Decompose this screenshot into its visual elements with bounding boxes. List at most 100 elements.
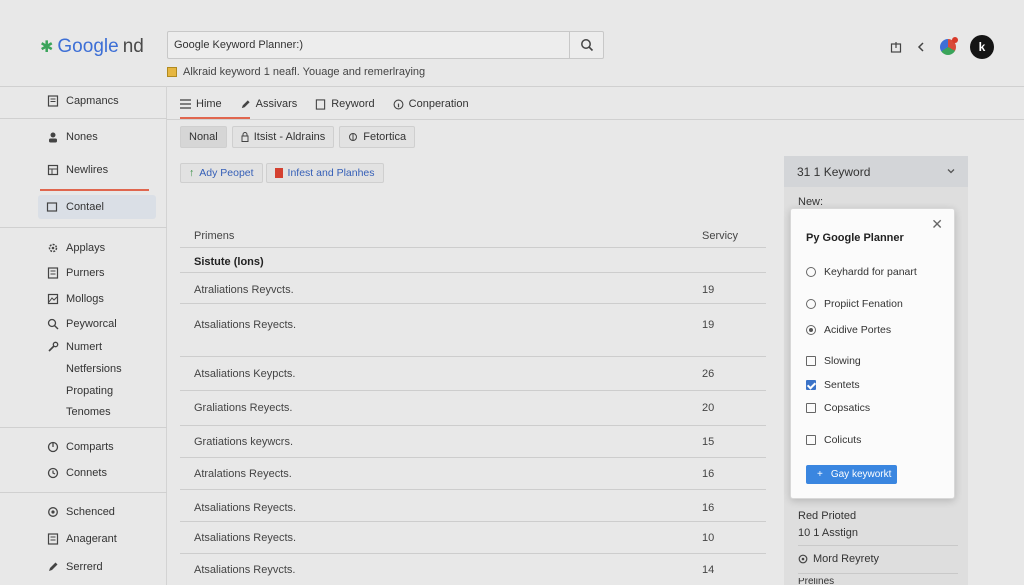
table-row[interactable]: Atsaliations Reyects. 19 <box>180 304 766 357</box>
search-bar[interactable] <box>167 31 604 59</box>
lock-icon <box>241 132 249 142</box>
person-icon <box>49 132 57 143</box>
infest-and-planhes-button[interactable]: Infest and Planhes <box>265 163 384 183</box>
row-name: Atsaliations Reyects. <box>194 502 297 514</box>
logo-text: Google <box>57 36 119 57</box>
chip-label: Fetortica <box>363 131 407 143</box>
sidebar-item-contael[interactable]: Contael <box>38 195 156 219</box>
logo-suffix: nd <box>122 36 144 57</box>
action-bar: ↑ Ady Peopet Infest and Planhes <box>180 163 384 183</box>
button-label: Ady Peopet <box>199 167 254 179</box>
sidebar-subitem-tenomes[interactable]: Tenomes <box>0 400 167 424</box>
close-icon[interactable]: ✕ <box>931 216 943 233</box>
sidebar-item-schenced[interactable]: Schenced <box>0 500 167 524</box>
sidebar-item-anagerant[interactable]: Anagerant <box>0 527 167 551</box>
sidebar-item-numert[interactable]: Numert <box>0 335 167 359</box>
table-row[interactable]: Atsaliations Reyvcts. 14 <box>180 554 766 585</box>
sidebar-item-capmancs[interactable]: Capmancs <box>0 89 167 113</box>
table-row[interactable]: Gratiations keywcrs. 15 <box>180 426 766 458</box>
table-row[interactable]: Atsaliations Keypcts. 26 <box>180 357 766 391</box>
option-label: Colicuts <box>824 434 862 446</box>
checkbox-sentets[interactable]: Sentets <box>806 379 860 391</box>
radio-option-acidive[interactable]: Acidive Portes <box>806 324 891 336</box>
chevron-down-icon[interactable] <box>946 166 956 176</box>
row-value: 15 <box>702 436 715 448</box>
mord-reyrety-item[interactable]: Mord Reyrety <box>798 553 879 565</box>
filter-chip-aldrains[interactable]: Itsist - Aldrains <box>231 126 335 148</box>
row-value: 16 <box>702 502 715 514</box>
sidebar-item-mollogs[interactable]: Mollogs <box>0 287 167 311</box>
sidebar-item-serrerd[interactable]: Serrerd <box>0 555 167 579</box>
table-group-row: Sistute (lons) <box>180 248 766 273</box>
radio-button[interactable] <box>806 299 816 309</box>
google-logo[interactable]: ✱ Google nd <box>40 36 144 58</box>
add-keyword-button[interactable]: + Gay keyworkt <box>806 465 897 484</box>
filter-icon <box>349 133 358 141</box>
tab-hime[interactable]: Hime <box>180 95 222 113</box>
bookmark-icon <box>274 168 283 178</box>
checkbox-checked[interactable] <box>806 380 816 390</box>
chip-label: Itsist - Aldrains <box>253 131 326 143</box>
new-label: New: <box>798 196 824 208</box>
sidebar-item-label: Schenced <box>66 506 115 518</box>
tab-reyword[interactable]: Reyword <box>315 95 375 113</box>
sidebar-item-connets[interactable]: Connets <box>0 461 167 485</box>
table-row[interactable]: Graliations Reyects. 20 <box>180 391 766 426</box>
sidebar-item-label: Contael <box>66 201 104 213</box>
sidebar-divider <box>0 227 167 228</box>
tab-assivars[interactable]: Assivars <box>240 95 298 113</box>
checkbox-colicuts[interactable]: Colicuts <box>806 434 861 446</box>
sidebar-item-peyworcal[interactable]: Peyworcal <box>0 312 167 336</box>
button-label: Infest and Planhes <box>287 167 375 179</box>
menu-icon <box>180 99 191 109</box>
row-value: 14 <box>702 564 715 576</box>
sidebar-subitem-netfersions[interactable]: Netfersions <box>0 357 167 381</box>
circle-icon <box>798 554 808 564</box>
sidebar-item-applays[interactable]: Applays <box>0 236 167 260</box>
radio-option-keyhardd[interactable]: Keyhardd for panart <box>806 266 917 278</box>
tab-label: Assivars <box>255 98 298 110</box>
user-avatar[interactable]: k <box>970 35 994 59</box>
image-icon <box>47 293 59 305</box>
share-icon[interactable] <box>890 41 902 53</box>
sidebar-item-newlires[interactable]: Newlires <box>0 158 167 182</box>
row-name: Atsaliations Keypcts. <box>194 368 296 380</box>
sidebar-item-purners[interactable]: Purners <box>0 261 167 285</box>
table-row[interactable]: Atraliations Reyvcts. 19 <box>180 273 766 304</box>
checkbox[interactable] <box>806 356 816 366</box>
tab-bar: Hime Assivars Reyword Conperation <box>180 95 469 113</box>
tab-conperation[interactable]: Conperation <box>393 95 469 113</box>
checkbox[interactable] <box>806 435 816 445</box>
tab-divider <box>167 119 1024 120</box>
sidebar-item-label: Numert <box>66 341 103 353</box>
filter-chip-nonal[interactable]: Nonal <box>180 126 227 148</box>
table-row[interactable]: Atralations Reyects. 16 <box>180 458 766 490</box>
search-button[interactable] <box>569 32 603 58</box>
add-people-button[interactable]: ↑ Ady Peopet <box>180 163 263 183</box>
tab-label: Hime <box>196 98 222 110</box>
sidebar-item-label: Tenomes <box>66 406 111 418</box>
tab-label: Conperation <box>408 98 469 110</box>
keyword-panel-header[interactable]: 31 1 Keyword <box>784 156 968 187</box>
gear-icon <box>48 243 58 253</box>
table-row[interactable]: Atsaliations Reyects. 16 <box>180 490 766 522</box>
checkbox-slowing[interactable]: Slowing <box>806 355 861 367</box>
sidebar-item-nones[interactable]: Nones <box>0 125 167 149</box>
pencil-icon <box>241 99 250 108</box>
checkbox-copsatics[interactable]: Copsatics <box>806 402 870 414</box>
radio-button-selected[interactable] <box>806 325 816 335</box>
checkbox[interactable] <box>806 403 816 413</box>
google-apps-icon[interactable] <box>940 37 958 55</box>
sidebar-item-label: Applays <box>66 242 106 254</box>
sidebar-item-comparts[interactable]: Comparts <box>0 435 167 459</box>
radio-button[interactable] <box>806 267 816 277</box>
row-value: 10 <box>702 532 715 544</box>
sidebar-divider <box>0 427 167 428</box>
prelines-item[interactable]: Prelines <box>798 578 834 585</box>
filter-chip-fetortica[interactable]: Fetortica <box>339 126 416 148</box>
search-input[interactable] <box>168 32 568 58</box>
chevron-left-icon[interactable] <box>916 41 926 53</box>
option-label: Sentets <box>824 379 860 391</box>
table-row[interactable]: Atsaliations Reyects. 10 <box>180 522 766 554</box>
radio-option-propiict[interactable]: Propiict Fenation <box>806 298 903 310</box>
